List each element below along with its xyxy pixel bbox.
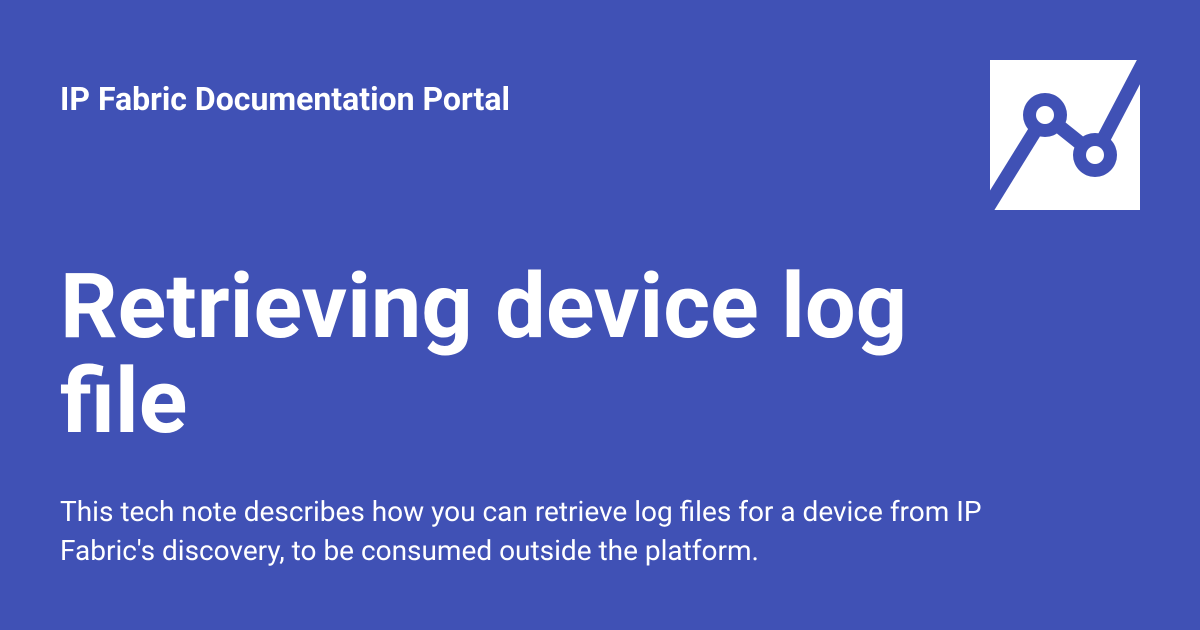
logo-box (990, 60, 1140, 210)
card-container: IP Fabric Documentation Portal Retrievin… (0, 0, 1200, 630)
ip-fabric-logo-icon (990, 60, 1140, 210)
header-row: IP Fabric Documentation Portal (60, 60, 1140, 210)
site-name: IP Fabric Documentation Portal (60, 60, 510, 118)
page-title: Retrieving device log file (60, 260, 960, 449)
page-description: This tech note describes how you can ret… (60, 492, 1060, 570)
